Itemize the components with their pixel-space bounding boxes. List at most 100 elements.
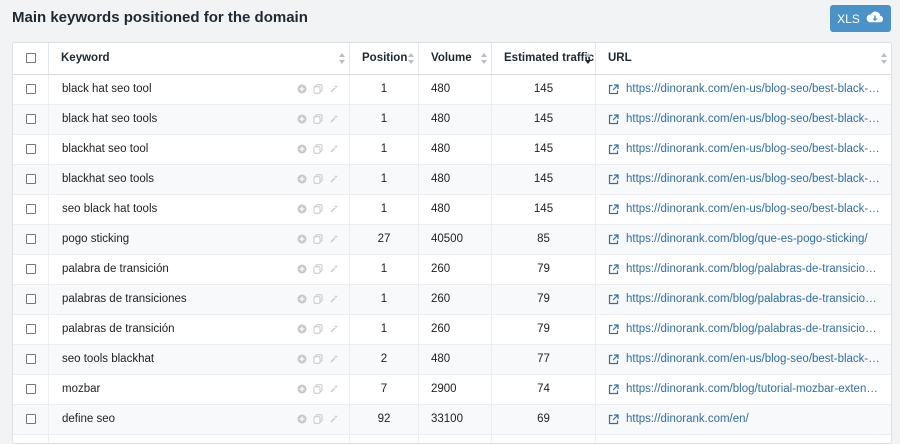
add-circle-icon[interactable] bbox=[297, 84, 307, 94]
copy-icon[interactable] bbox=[313, 414, 323, 424]
traffic-cell: 85 bbox=[491, 224, 596, 255]
keywords-table-panel: Keyword Position Volume Estimated traffi… bbox=[12, 42, 892, 444]
keyword-text: palabras de transición bbox=[62, 323, 175, 335]
copy-icon[interactable] bbox=[313, 264, 323, 274]
url-link[interactable]: https://dinorank.com/blog/palabras-de-tr… bbox=[626, 293, 882, 305]
external-link-icon[interactable] bbox=[608, 203, 619, 215]
url-link[interactable]: https://dinorank.com/blog/palabras-de-tr… bbox=[626, 263, 882, 275]
copy-icon[interactable] bbox=[313, 324, 323, 334]
row-checkbox[interactable] bbox=[25, 383, 36, 394]
add-circle-icon[interactable] bbox=[297, 204, 307, 214]
add-circle-icon[interactable] bbox=[297, 174, 307, 184]
magic-sparkle-icon[interactable] bbox=[329, 294, 339, 304]
row-checkbox[interactable] bbox=[25, 173, 36, 184]
magic-sparkle-icon[interactable] bbox=[329, 84, 339, 94]
column-header-keyword[interactable]: Keyword bbox=[48, 43, 350, 75]
export-xls-button[interactable]: XLS bbox=[830, 5, 891, 32]
row-checkbox[interactable] bbox=[25, 83, 36, 94]
copy-icon[interactable] bbox=[313, 144, 323, 154]
magic-sparkle-icon[interactable] bbox=[329, 264, 339, 274]
select-all-checkbox[interactable] bbox=[25, 53, 36, 64]
external-link-icon[interactable] bbox=[608, 83, 619, 95]
add-circle-icon[interactable] bbox=[297, 414, 307, 424]
url-link[interactable]: https://dinorank.com/en-us/blog-seo/best… bbox=[626, 173, 882, 185]
add-circle-icon[interactable] bbox=[297, 114, 307, 124]
magic-sparkle-icon[interactable] bbox=[329, 354, 339, 364]
magic-sparkle-icon[interactable] bbox=[329, 144, 339, 154]
row-checkbox[interactable] bbox=[25, 323, 36, 334]
magic-sparkle-icon[interactable] bbox=[329, 384, 339, 394]
add-circle-icon[interactable] bbox=[297, 264, 307, 274]
add-circle-icon[interactable] bbox=[297, 294, 307, 304]
column-header-position[interactable]: Position bbox=[349, 43, 419, 75]
url-link[interactable]: https://dinorank.com/en-us/blog-seo/best… bbox=[626, 353, 882, 365]
column-header-traffic[interactable]: Estimated traffic bbox=[491, 43, 596, 75]
keyword-cell: blackhat seo tools bbox=[48, 164, 350, 195]
url-link[interactable]: https://dinorank.com/en/ bbox=[626, 413, 749, 425]
external-link-icon[interactable] bbox=[608, 113, 619, 125]
traffic-cell: 69 bbox=[491, 404, 596, 435]
magic-sparkle-icon[interactable] bbox=[329, 324, 339, 334]
row-checkbox[interactable] bbox=[25, 263, 36, 274]
copy-icon[interactable] bbox=[313, 204, 323, 214]
magic-sparkle-icon[interactable] bbox=[329, 414, 339, 424]
magic-sparkle-icon[interactable] bbox=[329, 234, 339, 244]
copy-icon[interactable] bbox=[313, 294, 323, 304]
column-header-volume[interactable]: Volume bbox=[418, 43, 492, 75]
add-circle-icon[interactable] bbox=[297, 354, 307, 364]
external-link-icon[interactable] bbox=[608, 323, 619, 335]
row-checkbox[interactable] bbox=[25, 413, 36, 424]
keyword-text: mozbar bbox=[62, 383, 101, 395]
traffic-cell: 145 bbox=[491, 134, 596, 165]
url-link[interactable]: https://dinorank.com/blog/que-es-pogo-st… bbox=[626, 233, 868, 245]
copy-icon[interactable] bbox=[313, 384, 323, 394]
add-circle-icon[interactable] bbox=[297, 144, 307, 154]
url-link[interactable]: https://dinorank.com/en-us/blog-seo/best… bbox=[626, 203, 882, 215]
external-link-icon[interactable] bbox=[608, 293, 619, 305]
copy-icon[interactable] bbox=[313, 174, 323, 184]
url-link[interactable]: https://dinorank.com/en-us/blog-seo/best… bbox=[626, 143, 882, 155]
keywords-table: Keyword Position Volume Estimated traffi… bbox=[13, 43, 891, 443]
column-header-url-label: URL bbox=[608, 52, 632, 65]
row-checkbox[interactable] bbox=[25, 233, 36, 244]
add-circle-icon[interactable] bbox=[297, 324, 307, 334]
add-circle-icon[interactable] bbox=[297, 234, 307, 244]
external-link-icon[interactable] bbox=[608, 383, 619, 395]
row-checkbox[interactable] bbox=[25, 293, 36, 304]
url-cell: https://dinorank.com/blog/que-es-pogo-st… bbox=[595, 224, 891, 255]
copy-icon[interactable] bbox=[313, 114, 323, 124]
url-link[interactable]: https://dinorank.com/blog/palabras-de-tr… bbox=[626, 323, 882, 335]
row-checkbox[interactable] bbox=[25, 353, 36, 364]
sort-icon bbox=[408, 53, 414, 64]
external-link-icon[interactable] bbox=[608, 143, 619, 155]
external-link-icon[interactable] bbox=[608, 173, 619, 185]
magic-sparkle-icon[interactable] bbox=[329, 114, 339, 124]
traffic-cell: 74 bbox=[491, 374, 596, 405]
magic-sparkle-icon[interactable] bbox=[329, 204, 339, 214]
external-link-icon[interactable] bbox=[608, 233, 619, 245]
external-link-icon[interactable] bbox=[608, 263, 619, 275]
column-header-keyword-label: Keyword bbox=[61, 52, 110, 65]
row-checkbox[interactable] bbox=[25, 143, 36, 154]
table-row: palabras de transición 1 260 79 https://… bbox=[13, 314, 891, 345]
add-circle-icon[interactable] bbox=[297, 384, 307, 394]
keyword-text: blackhat seo tool bbox=[62, 143, 149, 155]
row-checkbox[interactable] bbox=[25, 113, 36, 124]
row-actions bbox=[297, 114, 339, 124]
url-link[interactable]: https://dinorank.com/blog/tutorial-mozba… bbox=[626, 383, 882, 395]
copy-icon[interactable] bbox=[313, 354, 323, 364]
copy-icon[interactable] bbox=[313, 234, 323, 244]
external-link-icon[interactable] bbox=[608, 413, 619, 425]
url-link[interactable]: https://dinorank.com/en-us/blog-seo/best… bbox=[626, 113, 882, 125]
url-link[interactable]: https://dinorank.com/en-us/blog-seo/best… bbox=[626, 83, 882, 95]
keyword-cell: mozbar bbox=[48, 374, 350, 405]
traffic-cell: 79 bbox=[491, 284, 596, 315]
sort-desc-icon bbox=[585, 53, 591, 64]
external-link-icon[interactable] bbox=[608, 353, 619, 365]
row-checkbox-cell bbox=[13, 284, 49, 315]
copy-icon[interactable] bbox=[313, 84, 323, 94]
magic-sparkle-icon[interactable] bbox=[329, 174, 339, 184]
column-header-url[interactable]: URL bbox=[595, 43, 891, 75]
row-actions bbox=[297, 144, 339, 154]
row-checkbox[interactable] bbox=[25, 203, 36, 214]
